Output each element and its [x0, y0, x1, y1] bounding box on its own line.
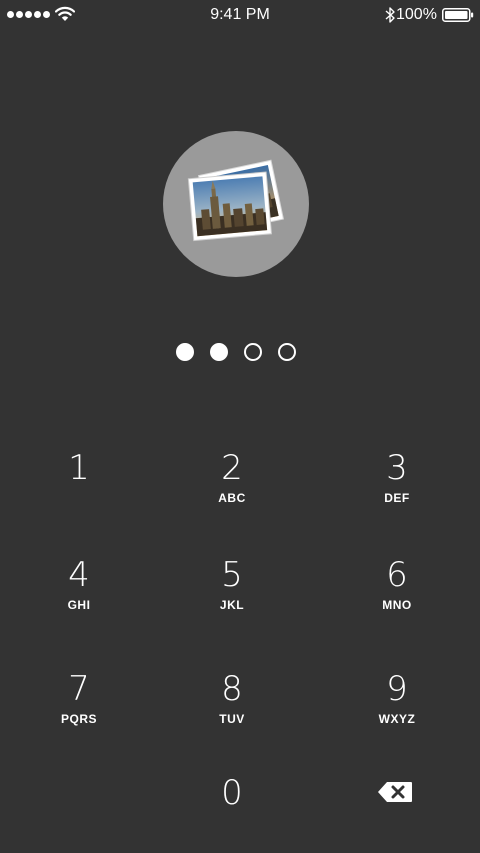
avatar: [163, 131, 309, 277]
key-9[interactable]: 9 WXYZ: [337, 669, 457, 749]
bluetooth-icon: [385, 7, 395, 23]
key-digit: 8: [221, 669, 243, 709]
key-letters: ABC: [218, 491, 246, 505]
photos-icon: [187, 159, 285, 242]
key-digit: 0: [221, 773, 243, 813]
status-bar: 9:41 PM 100%: [0, 0, 480, 32]
key-digit: 9: [386, 669, 408, 709]
passcode-dot-empty: [278, 343, 296, 361]
key-digit: 6: [386, 555, 408, 595]
key-digit: 1: [68, 448, 90, 488]
key-letters: DEF: [384, 491, 410, 505]
key-letters: GHI: [67, 598, 91, 612]
key-letters: MNO: [382, 598, 412, 612]
battery-percent: 100%: [396, 6, 437, 23]
key-digit: 7: [68, 669, 90, 709]
delete-button[interactable]: [372, 778, 422, 808]
key-letters: PQRS: [60, 712, 97, 726]
key-0[interactable]: 0: [172, 773, 292, 853]
key-letters: TUV: [219, 712, 245, 726]
passcode-indicator: [176, 343, 302, 365]
key-1[interactable]: 1: [19, 448, 139, 528]
key-3[interactable]: 3 DEF: [337, 448, 457, 528]
key-2[interactable]: 2 ABC: [172, 448, 292, 528]
key-7[interactable]: 7 PQRS: [19, 669, 139, 749]
key-6[interactable]: 6 MNO: [337, 555, 457, 635]
key-4[interactable]: 4 GHI: [19, 555, 139, 635]
key-letters: JKL: [219, 598, 245, 612]
passcode-dot-filled: [210, 343, 228, 361]
passcode-dot-filled: [176, 343, 194, 361]
passcode-dot-empty: [244, 343, 262, 361]
key-5[interactable]: 5 JKL: [172, 555, 292, 635]
key-digit: 5: [221, 555, 243, 595]
key-digit: 4: [68, 555, 90, 595]
key-8[interactable]: 8 TUV: [172, 669, 292, 749]
key-digit: 3: [386, 448, 408, 488]
key-digit: 2: [221, 448, 243, 488]
battery-icon: [442, 8, 474, 22]
backspace-icon: [378, 782, 412, 802]
key-letters: WXYZ: [378, 712, 416, 726]
